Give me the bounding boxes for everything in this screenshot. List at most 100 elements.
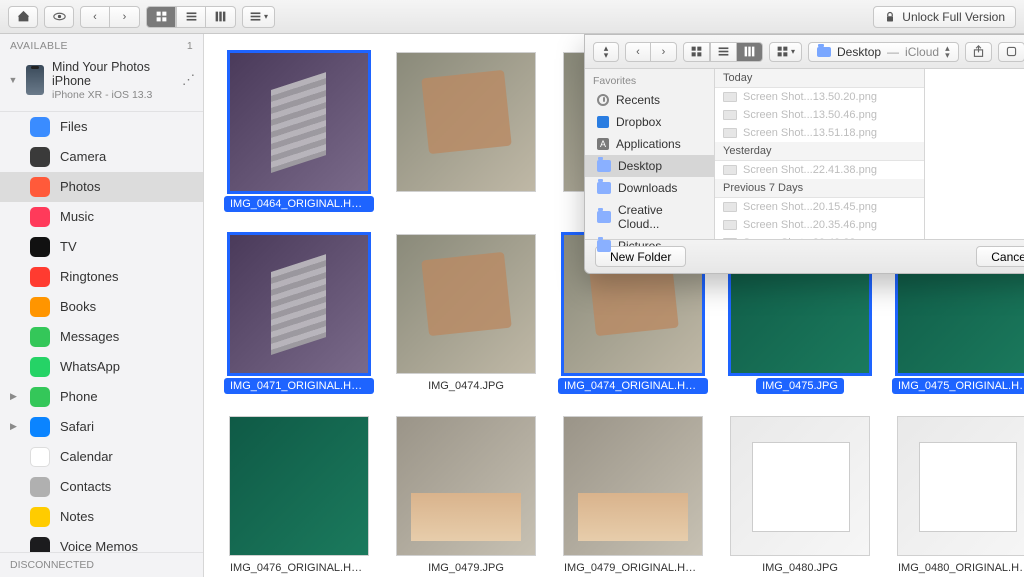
sidebar-item-messages[interactable]: ▶Messages <box>0 322 203 352</box>
group-menu[interactable]: ▾ <box>242 6 275 28</box>
dlg-nav-forward-button[interactable]: › <box>651 42 677 62</box>
dlg-file-row[interactable]: Screen Shot...20.49.22.png <box>715 234 924 239</box>
chevron-up-down-icon: ▴▾ <box>604 45 609 59</box>
sidebar-item-ringtones[interactable]: ▶Ringtones <box>0 262 203 292</box>
sidebar-item-label: Calendar <box>60 449 113 464</box>
chevron-left-icon: ‹ <box>93 11 97 23</box>
back-to-devices-button[interactable] <box>8 6 38 28</box>
sidebar-item-label: Phone <box>60 389 98 404</box>
dlg-file-row[interactable]: Screen Shot...13.50.20.png <box>715 88 924 106</box>
sidebar-item-photos[interactable]: ▶Photos <box>0 172 203 202</box>
collapse-button[interactable]: ▴▾ <box>593 42 619 62</box>
dlg-sb-item-downloads[interactable]: Downloads <box>585 177 714 199</box>
dlg-preview-column <box>925 69 1024 239</box>
unlock-full-version-button[interactable]: Unlock Full Version <box>873 6 1016 28</box>
photo-caption <box>460 196 472 200</box>
dlg-view-grid-button[interactable] <box>683 42 710 62</box>
photo-thumbnail <box>396 234 536 374</box>
photo-caption: IMG_0479.JPG <box>422 560 510 576</box>
sidebar-item-contacts[interactable]: ▶Contacts <box>0 472 203 502</box>
nav-forward-button[interactable]: › <box>110 6 140 28</box>
photo-cell[interactable]: IMG_0464_ORIGINAL.HEIC <box>224 52 374 212</box>
photo-thumbnail <box>396 416 536 556</box>
cancel-button[interactable]: Cancel <box>976 246 1024 267</box>
device-sidebar: AVAILABLE 1 ▼ Mind Your Photos iPhone iP… <box>0 34 204 577</box>
photo-cell[interactable]: IMG_0479_ORIGINAL.HEIC <box>558 416 708 576</box>
device-model: iPhone XR - iOS 13.3 <box>52 89 174 101</box>
dlg-group-menu[interactable]: ▾ <box>769 42 802 62</box>
sidebar-item-music[interactable]: ▶Music <box>0 202 203 232</box>
dlg-sb-item-creative-cloud-[interactable]: Creative Cloud... <box>585 199 714 235</box>
save-panel-toolbar: ▴▾ ‹ › ▾ Desktop — iCloud ▴▾ <box>585 35 1024 69</box>
sidebar-item-label: Messages <box>60 329 119 344</box>
chevron-up-down-icon: ▴▾ <box>945 45 950 59</box>
stack-icon <box>249 10 262 23</box>
dlg-view-list-button[interactable] <box>710 42 737 62</box>
dlg-sb-label: Applications <box>616 137 681 151</box>
photo-cell[interactable]: IMG_0474.JPG <box>396 234 536 394</box>
sidebar-section-available: AVAILABLE 1 <box>0 34 203 54</box>
dlg-nav-back-button[interactable]: ‹ <box>625 42 651 62</box>
dlg-tags-button[interactable] <box>998 42 1024 62</box>
photo-cell[interactable]: IMG_0479.JPG <box>396 416 536 576</box>
sidebar-item-calendar[interactable]: ▶Calendar <box>0 442 203 472</box>
view-grid-button[interactable] <box>146 6 176 28</box>
photo-caption: IMG_0476_ORIGINAL.HEIC <box>224 560 374 576</box>
phone-icon <box>26 65 44 95</box>
photo-grid-pane: IMG_0464_ORIGINAL.HEICIMG_0467_ORIGINAL.… <box>204 34 1024 577</box>
photo-cell[interactable]: IMG_0476_ORIGINAL.HEIC <box>224 416 374 576</box>
sidebar-item-whatsapp[interactable]: ▶WhatsApp <box>0 352 203 382</box>
dlg-sb-favorites-h: Favorites <box>585 69 714 89</box>
image-file-icon <box>723 220 737 230</box>
folder-icon <box>817 47 831 57</box>
dlg-sb-item-recents[interactable]: Recents <box>585 89 714 111</box>
dlg-file-list[interactable]: TodayScreen Shot...13.50.20.pngScreen Sh… <box>715 69 925 239</box>
dlg-share-button[interactable] <box>965 42 992 62</box>
dlg-file-row[interactable]: Screen Shot...22.41.38.png <box>715 161 924 179</box>
sidebar-item-voice-memos[interactable]: ▶Voice Memos <box>0 532 203 552</box>
photo-thumbnail <box>229 416 369 556</box>
dlg-sb-item-dropbox[interactable]: Dropbox <box>585 111 714 133</box>
dlg-view-columns-button[interactable] <box>737 42 763 62</box>
share-icon <box>972 45 985 58</box>
dlg-file-name: Screen Shot...20.35.46.png <box>743 219 877 231</box>
quicklook-button[interactable] <box>44 6 74 28</box>
photo-caption: IMG_0480_ORIGINAL.HEIC <box>892 560 1024 576</box>
app-category-icon <box>30 297 50 317</box>
photo-cell[interactable] <box>396 52 536 212</box>
sidebar-item-camera[interactable]: ▶Camera <box>0 142 203 172</box>
photo-cell[interactable]: IMG_0471_ORIGINAL.HEIC <box>224 234 374 394</box>
photo-caption: IMG_0474_ORIGINAL.HEIC <box>558 378 708 394</box>
chevron-right-icon: › <box>123 11 127 23</box>
dlg-file-name: Screen Shot...13.51.18.png <box>743 127 877 139</box>
sidebar-item-safari[interactable]: ▶Safari <box>0 412 203 442</box>
sidebar-item-notes[interactable]: ▶Notes <box>0 502 203 532</box>
dlg-file-row[interactable]: Screen Shot...13.50.46.png <box>715 106 924 124</box>
dlg-sb-item-applications[interactable]: Applications <box>585 133 714 155</box>
sidebar-item-label: Contacts <box>60 479 111 494</box>
view-columns-button[interactable] <box>206 6 236 28</box>
dlg-file-row[interactable]: Screen Shot...20.15.45.png <box>715 198 924 216</box>
sidebar-item-books[interactable]: ▶Books <box>0 292 203 322</box>
location-popup[interactable]: Desktop — iCloud ▴▾ <box>808 42 959 62</box>
device-row[interactable]: ▼ Mind Your Photos iPhone iPhone XR - iO… <box>0 54 203 112</box>
sidebar-item-label: Files <box>60 119 87 134</box>
photo-caption: IMG_0479_ORIGINAL.HEIC <box>558 560 708 576</box>
unlock-label: Unlock Full Version <box>902 10 1005 24</box>
nav-back-button[interactable]: ‹ <box>80 6 110 28</box>
photo-cell[interactable]: IMG_0480_ORIGINAL.HEIC <box>892 416 1024 576</box>
sidebar-item-tv[interactable]: ▶TV <box>0 232 203 262</box>
columns-icon <box>214 10 227 23</box>
sidebar-item-label: Camera <box>60 149 106 164</box>
dlg-file-row[interactable]: Screen Shot...13.51.18.png <box>715 124 924 142</box>
view-list-button[interactable] <box>176 6 206 28</box>
dlg-file-row[interactable]: Screen Shot...20.35.46.png <box>715 216 924 234</box>
photo-caption: IMG_0464_ORIGINAL.HEIC <box>224 196 374 212</box>
sidebar-item-phone[interactable]: ▶Phone <box>0 382 203 412</box>
image-file-icon <box>723 238 737 239</box>
sidebar-item-files[interactable]: ▶Files <box>0 112 203 142</box>
dlg-file-name: Screen Shot...22.41.38.png <box>743 164 877 176</box>
dlg-sb-item-desktop[interactable]: Desktop <box>585 155 714 177</box>
photo-cell[interactable]: IMG_0480.JPG <box>730 416 870 576</box>
photo-thumbnail <box>563 416 703 556</box>
